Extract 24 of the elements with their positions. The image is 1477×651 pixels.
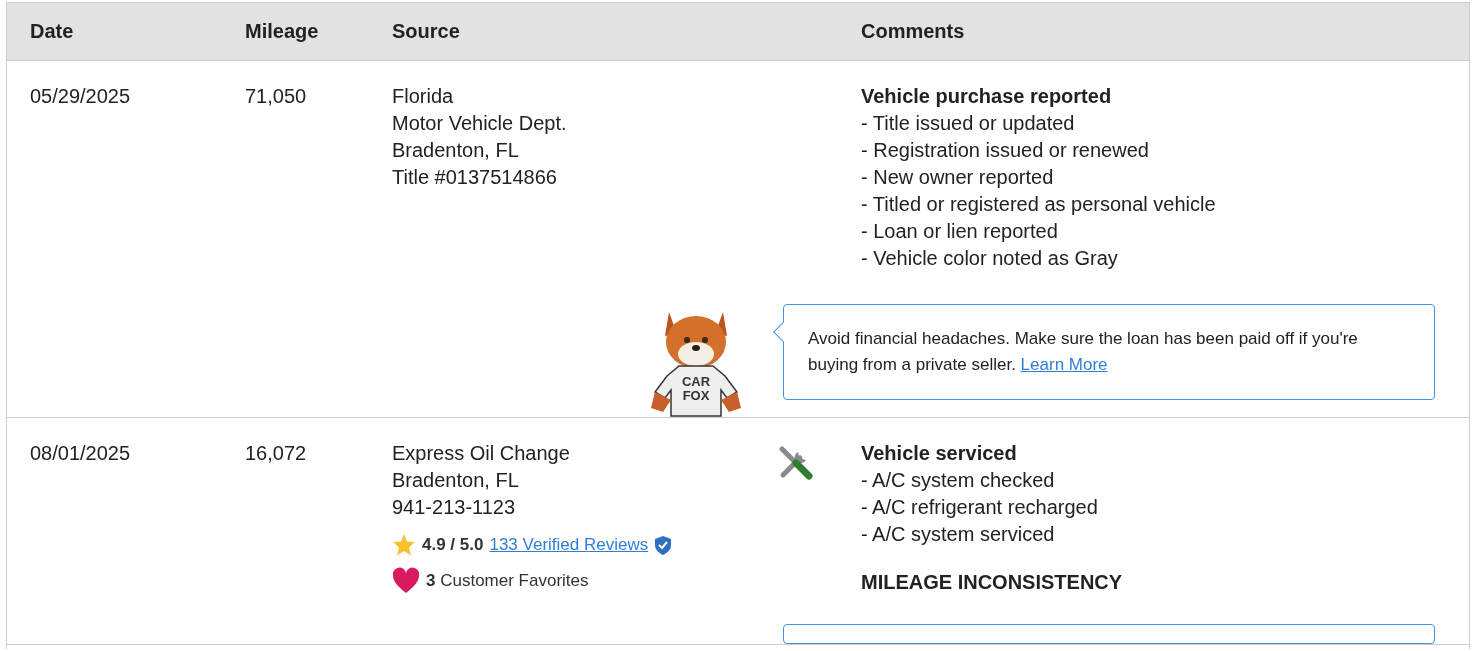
mileage-cell-text: 71,050 [245, 84, 308, 109]
comment-list: - Title issued or updated - Registration issued or renewed - New owner reported - Titled or registered as personal vehicle - Loan or lien reported - Vehicle color noted as Gray [861, 110, 1469, 272]
comment-title: Vehicle purchase reported [861, 84, 1113, 109]
tip-text: Avoid financial headaches. Make sure the loan has been paid off if you're buying from a private seller. Learn More [808, 328, 1359, 376]
favorites-text: 3 Customer Favorites [426, 569, 589, 592]
shirt-text: FOX [682, 388, 710, 403]
heart-icon [392, 567, 420, 594]
alert-heading: MILEAGE INCONSISTENCY [861, 570, 1124, 595]
column-header: Mileage [245, 20, 320, 43]
mileage-cell-text: 16,072 [245, 441, 308, 466]
source-text: Express Oil Change Bradenton, FL 941-213-1123 [392, 441, 571, 520]
star-icon [392, 533, 416, 557]
learn-more-link[interactable]: Learn More [1020, 355, 1108, 374]
column-header: Comments [861, 20, 966, 43]
column-header: Date [29, 20, 75, 43]
date-cell-text: 05/29/2025 [29, 84, 132, 109]
date-cell-text: 08/01/2025 [29, 441, 132, 466]
comment-title: Vehicle serviced [861, 441, 1018, 466]
rating-score: 4.9 / 5.0 [422, 534, 484, 556]
comment-list: - A/C system checked - A/C refrigerant recharged - A/C system serviced [861, 467, 1469, 548]
source-text: Florida Motor Vehicle Dept. Bradenton, FL Title #0137514866 [392, 84, 568, 190]
column-header: Source [392, 20, 461, 43]
shirt-text: CAR [681, 374, 711, 389]
reviews-link[interactable]: 133 Verified Reviews [489, 533, 649, 557]
